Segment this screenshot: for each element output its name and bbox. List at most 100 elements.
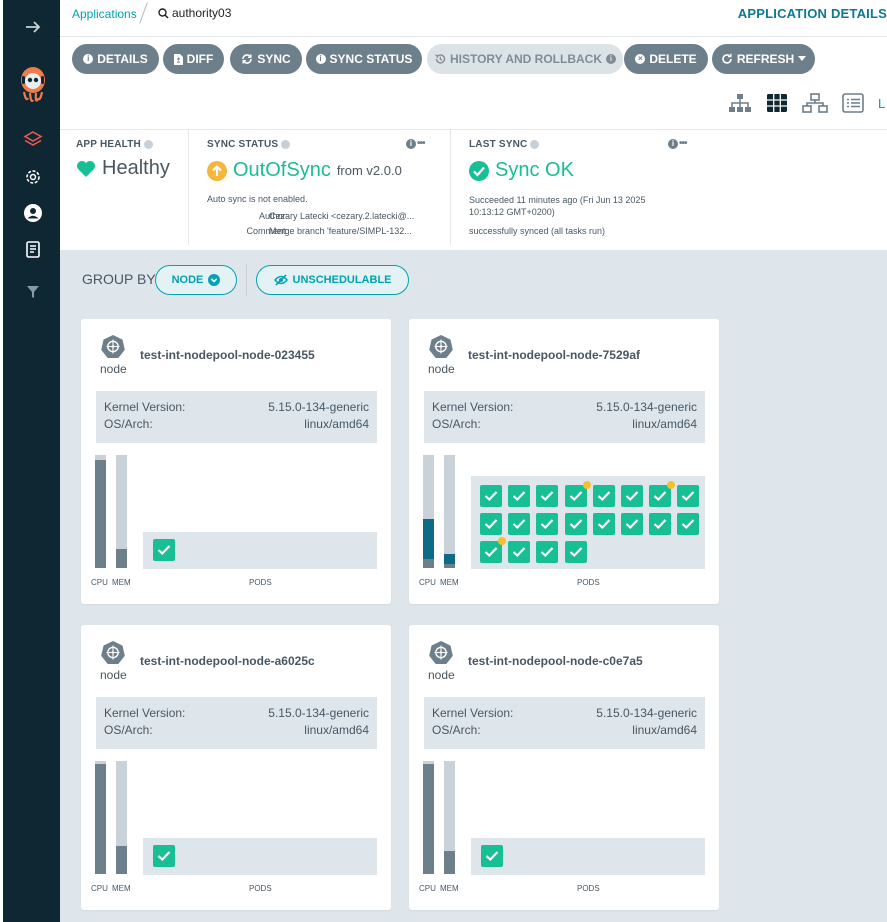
node-card[interactable]: node test-int-nodepool-node-7529af Kernel… — [409, 319, 719, 604]
kernel-version-label: Kernel Version: — [432, 706, 514, 720]
last-sync-time: Succeeded 11 minutes ago (Fri Jun 13 202… — [469, 195, 646, 205]
mem-label: MEM — [440, 884, 459, 893]
node-name[interactable]: test-int-nodepool-node-023455 — [140, 348, 315, 362]
sync-status-value: OutOfSync — [233, 159, 331, 181]
pod-tile[interactable] — [621, 485, 643, 507]
breadcrumb-applications-link[interactable]: Applications — [72, 7, 137, 21]
pod-tile[interactable] — [508, 485, 531, 507]
pod-tile[interactable] — [536, 541, 559, 563]
node-card[interactable]: node test-int-nodepool-node-023455 Kernel… — [81, 319, 391, 604]
history-rollback-button-label: HISTORY AND ROLLBACK — [449, 52, 602, 66]
settings-gear-icon[interactable] — [3, 167, 63, 187]
grid-view-icon[interactable] — [766, 93, 788, 113]
pod-tile[interactable] — [536, 485, 559, 507]
sync-status-button-label: SYNC STATUS — [329, 52, 413, 66]
breadcrumb-app-search[interactable]: authority03 — [158, 6, 231, 20]
node-card[interactable]: node test-int-nodepool-node-c0e7a5 Kernel… — [409, 625, 719, 910]
sync-status-button[interactable]: i SYNC STATUS — [306, 44, 422, 74]
pod-tile[interactable] — [649, 513, 672, 535]
last-sync-more-button[interactable]: i ••• — [668, 138, 687, 149]
info-icon: i — [83, 54, 94, 64]
network-view-icon[interactable] — [802, 93, 828, 113]
delete-button[interactable]: × DELETE — [624, 44, 708, 74]
node-info-panel: Kernel Version: 5.15.0-134-generic OS/Arc… — [96, 391, 377, 443]
search-icon — [158, 7, 169, 19]
details-button-label: DETAILS — [97, 52, 148, 66]
list-view-icon[interactable] — [842, 93, 864, 113]
group-by-label: GROUP BY: — [82, 271, 159, 287]
help-icon[interactable] — [143, 140, 153, 149]
sync-button[interactable]: SYNC — [230, 44, 302, 74]
node-name[interactable]: test-int-nodepool-node-c0e7a5 — [468, 654, 643, 668]
app-health-status: Healthy — [76, 157, 170, 180]
pod-tile[interactable] — [677, 513, 700, 535]
mem-label: MEM — [112, 578, 131, 587]
pod-tile[interactable] — [481, 845, 503, 867]
refresh-button-label: REFRESH — [736, 52, 795, 66]
pod-tile[interactable] — [480, 513, 502, 535]
pod-tile[interactable] — [649, 481, 676, 507]
unschedulable-toggle[interactable]: UNSCHEDULABLE — [256, 265, 409, 295]
node-name[interactable]: test-int-nodepool-node-a6025c — [140, 654, 315, 668]
pod-tile[interactable] — [153, 845, 175, 867]
pod-tile[interactable] — [480, 485, 502, 507]
memory-usage-bar — [444, 455, 455, 568]
logs-tab-label-truncated[interactable]: L — [878, 96, 887, 111]
pod-tile[interactable] — [508, 541, 531, 563]
history-rollback-button[interactable]: HISTORY AND ROLLBACK i — [427, 44, 623, 74]
kubernetes-node-icon — [429, 640, 453, 669]
caret-down-icon — [798, 56, 807, 61]
pod-tile[interactable] — [153, 539, 175, 561]
pod-tile[interactable] — [592, 513, 615, 535]
last-sync-value: Sync OK — [495, 159, 574, 181]
pods-area — [143, 532, 377, 569]
close-circle-icon: × — [635, 54, 646, 64]
expand-arrow-icon[interactable] — [3, 18, 63, 36]
os-arch-label: OS/Arch: — [432, 723, 481, 737]
diff-button[interactable]: DIFF — [163, 44, 224, 74]
divider — [188, 130, 189, 245]
node-name[interactable]: test-int-nodepool-node-7529af — [468, 348, 640, 362]
help-icon[interactable] — [530, 140, 540, 149]
docs-book-icon[interactable] — [3, 240, 63, 260]
cpu-label: CPU — [91, 578, 108, 587]
os-arch-value: linux/amd64 — [304, 417, 369, 431]
pod-tile[interactable] — [480, 537, 506, 563]
kernel-version-label: Kernel Version: — [104, 400, 186, 414]
cpu-label: CPU — [419, 578, 436, 587]
kernel-version-value: 5.15.0-134-generic — [268, 400, 369, 414]
details-button[interactable]: i DETAILS — [72, 44, 159, 74]
cpu-usage-bar — [423, 761, 434, 874]
pod-tile[interactable] — [564, 513, 587, 535]
pod-tile[interactable] — [564, 541, 587, 563]
tree-view-icon[interactable] — [728, 93, 752, 113]
pod-tile[interactable] — [564, 481, 591, 507]
node-type-label: node — [428, 668, 455, 682]
os-arch-value: linux/amd64 — [304, 723, 369, 737]
group-by-node-dropdown[interactable]: NODE — [155, 265, 237, 295]
filter-funnel-icon[interactable] — [3, 285, 63, 299]
help-icon[interactable] — [281, 140, 291, 149]
memory-usage-bar — [444, 761, 455, 874]
pod-tile[interactable] — [677, 485, 700, 507]
sync-status-title: SYNC STATUS — [207, 139, 291, 150]
kernel-version-value: 5.15.0-134-generic — [596, 400, 697, 414]
kernel-version-label: Kernel Version: — [432, 400, 514, 414]
pod-tile[interactable] — [621, 513, 643, 535]
applications-layers-icon[interactable] — [3, 130, 63, 150]
app-health-title: APP HEALTH — [76, 139, 153, 150]
sync-status-more-button[interactable]: i ••• — [406, 138, 425, 149]
pod-tile[interactable] — [592, 485, 615, 507]
sync-icon — [242, 54, 253, 64]
user-icon[interactable] — [3, 203, 63, 223]
argo-logo[interactable] — [3, 62, 63, 106]
cpu-usage-bar — [423, 455, 434, 568]
author-value: Cezary Latecki <cezary.2.latecki@... — [269, 211, 415, 221]
refresh-button[interactable]: REFRESH — [712, 44, 815, 74]
pod-tile[interactable] — [508, 513, 531, 535]
delete-button-label: DELETE — [649, 52, 697, 66]
sync-button-label: SYNC — [257, 52, 291, 66]
pod-tile[interactable] — [536, 513, 559, 535]
node-card[interactable]: node test-int-nodepool-node-a6025c Kernel… — [81, 625, 391, 910]
kernel-version-value: 5.15.0-134-generic — [596, 706, 697, 720]
